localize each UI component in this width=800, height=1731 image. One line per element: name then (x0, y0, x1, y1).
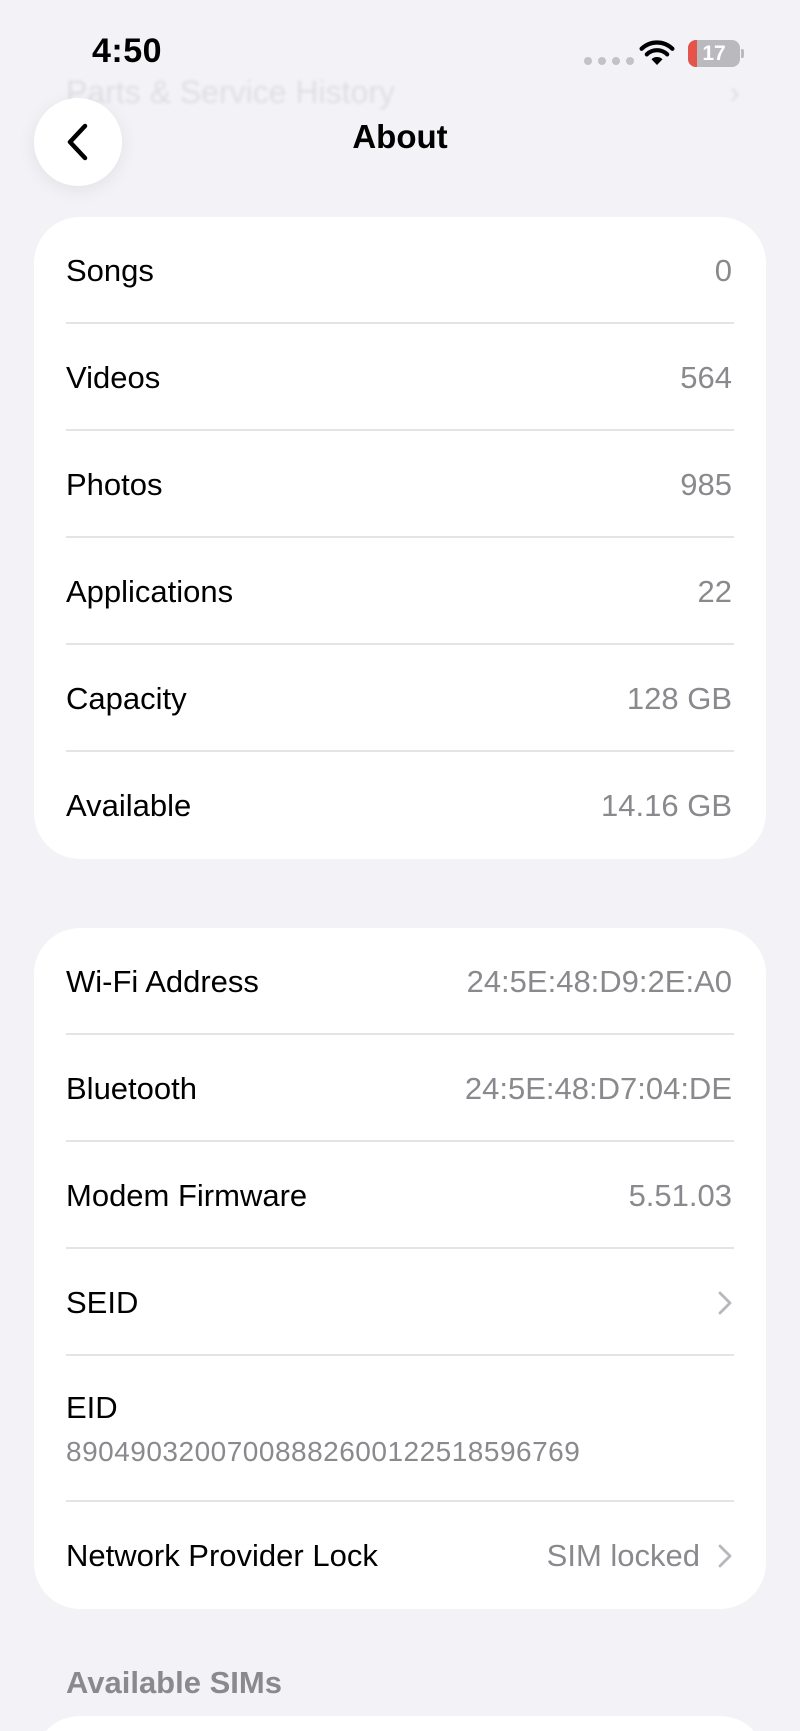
available-sims-group (34, 1716, 766, 1731)
battery-percentage: 17 (702, 42, 726, 65)
row-label: Modem Firmware (66, 1177, 308, 1213)
row-value: 22 (697, 573, 732, 609)
row-value: 24:5E:48:D7:04:DE (464, 1070, 732, 1106)
row-value: 5.51.03 (628, 1177, 732, 1213)
row-value: 985 (680, 466, 732, 502)
cellular-signal-icon (584, 57, 634, 65)
row-label: Available (66, 787, 192, 823)
wifi-icon (639, 40, 675, 65)
row-value: SIM locked (547, 1538, 732, 1574)
info-row-capacity: Capacity 128 GB (34, 645, 766, 752)
info-row-photos: Photos 985 (34, 431, 766, 538)
info-row-songs: Songs 0 (34, 217, 766, 324)
row-label: Songs (66, 252, 154, 288)
about-screen: Parts & Service History › 4:50 17 About (0, 0, 800, 1731)
row-label: Bluetooth (66, 1070, 197, 1106)
info-row-applications: Applications 22 (34, 538, 766, 645)
eid-value: 89049032007008882600122518596769 (66, 1436, 581, 1467)
row-label: Photos (66, 466, 163, 502)
info-row-eid: EID 89049032007008882600122518596769 (34, 1356, 766, 1502)
row-value: 14.16 GB (601, 787, 732, 823)
row-label: Applications (66, 573, 234, 609)
battery-icon: 17 (688, 40, 744, 67)
row-label: EID (66, 1390, 118, 1425)
row-value: 0 (714, 252, 732, 288)
row-value (718, 1291, 732, 1315)
info-row-available: Available 14.16 GB (34, 752, 766, 859)
row-value: 564 (680, 359, 732, 395)
row-label: Wi-Fi Address (66, 963, 259, 999)
status-bar: 4:50 17 (0, 0, 800, 100)
lock-status: SIM locked (546, 1537, 700, 1573)
row-label: SEID (66, 1284, 139, 1320)
network-group: Wi-Fi Address 24:5E:48:D9:2E:A0 Bluetoot… (34, 928, 766, 1609)
row-value: 24:5E:48:D9:2E:A0 (466, 963, 732, 999)
info-row-wifi-address: Wi-Fi Address 24:5E:48:D9:2E:A0 (34, 928, 766, 1035)
page-title: About (352, 118, 448, 155)
row-label: Videos (66, 359, 161, 395)
seid-row[interactable]: SEID (34, 1249, 766, 1356)
chevron-right-icon (718, 1291, 732, 1314)
row-label: Capacity (66, 680, 187, 716)
row-label: Network Provider Lock (66, 1537, 378, 1573)
info-row-bluetooth: Bluetooth 24:5E:48:D7:04:DE (34, 1035, 766, 1142)
section-header-available-sims: Available SIMs (66, 1665, 282, 1700)
info-row-modem-firmware: Modem Firmware 5.51.03 (34, 1142, 766, 1249)
network-provider-lock-row[interactable]: Network Provider Lock SIM locked (34, 1502, 766, 1609)
info-row-videos: Videos 564 (34, 324, 766, 431)
storage-group: Songs 0 Videos 564 Photos 985 Applicatio… (34, 217, 766, 859)
status-time: 4:50 (92, 32, 163, 70)
chevron-right-icon (718, 1544, 732, 1567)
row-value: 128 GB (626, 680, 732, 716)
